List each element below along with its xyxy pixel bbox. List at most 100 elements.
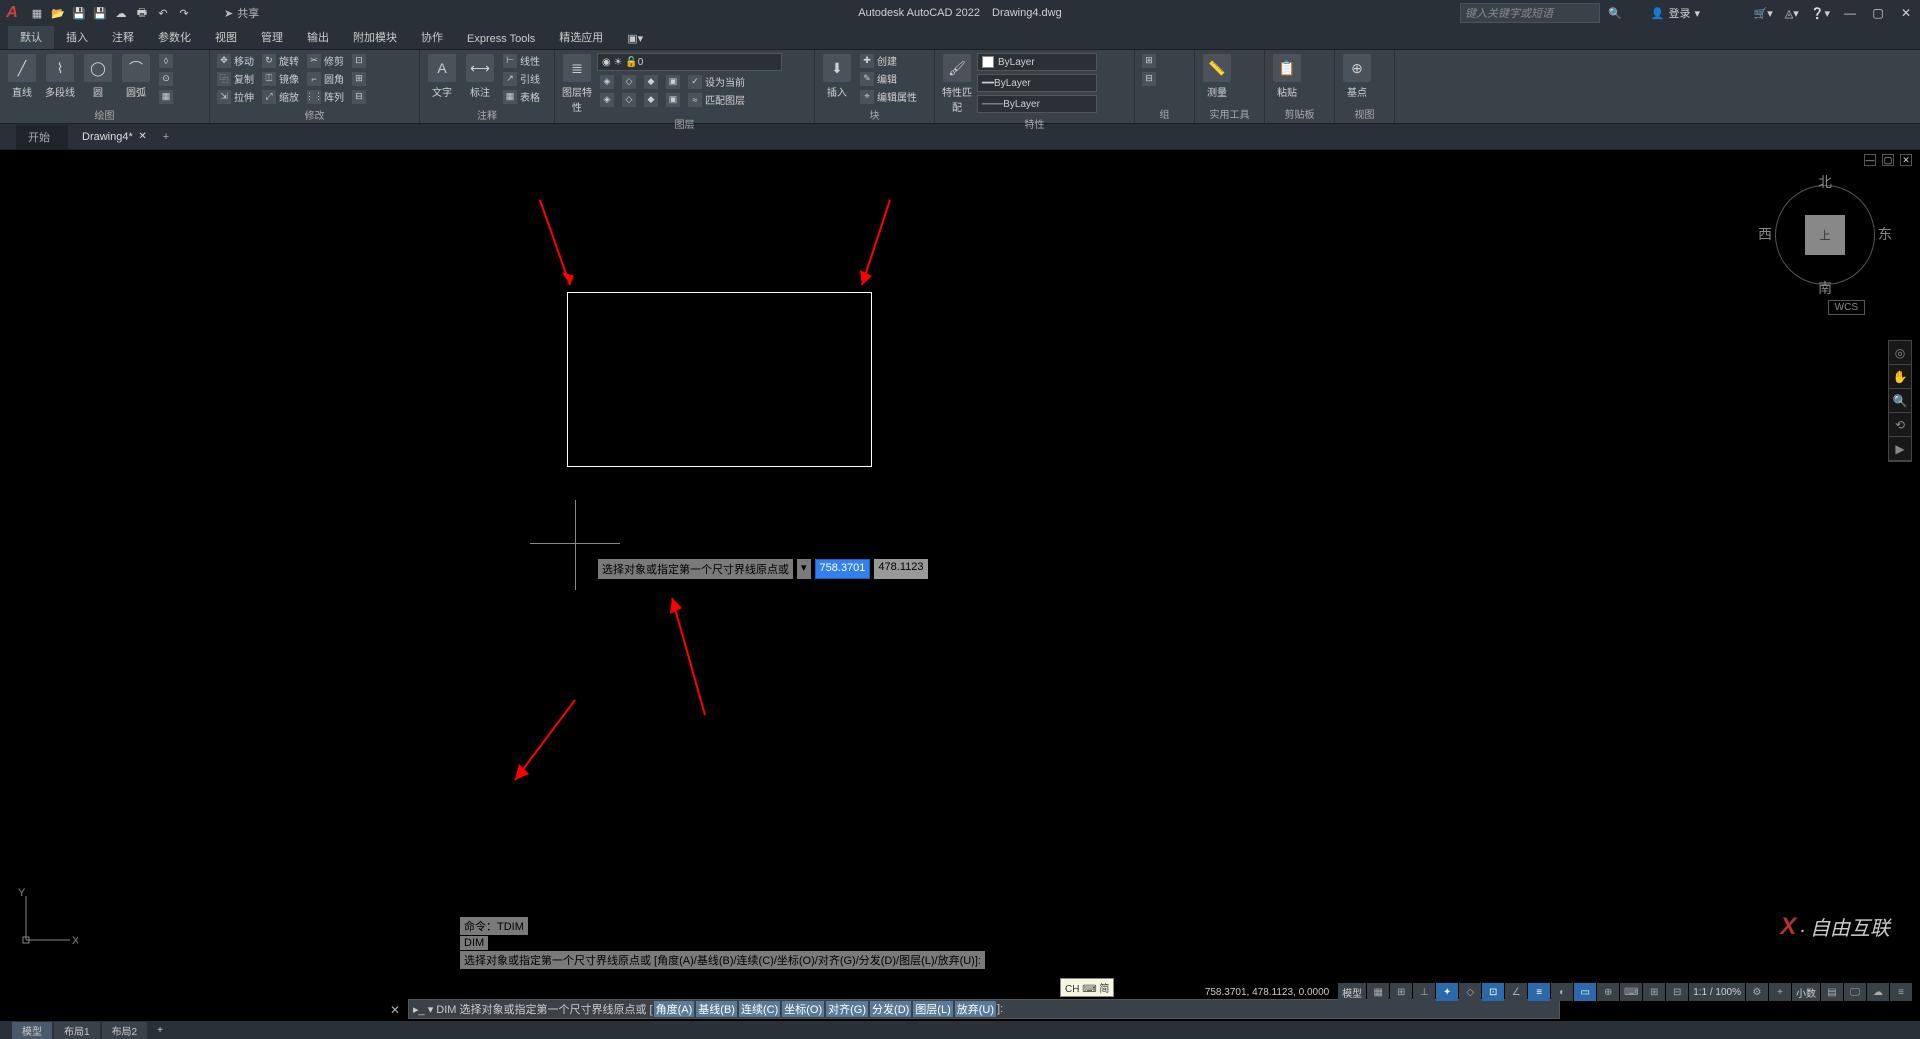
drawn-rectangle[interactable] xyxy=(567,292,872,467)
group-sm-1[interactable]: ⊞ xyxy=(1139,52,1159,69)
viewcube-top[interactable]: 上 xyxy=(1805,215,1845,255)
tab-manage[interactable]: 管理 xyxy=(249,25,295,49)
draw-sm-1[interactable]: ◊ xyxy=(156,52,176,69)
lineweight-dropdown[interactable]: ━━ ByLayer xyxy=(977,74,1097,92)
sc-icon[interactable]: ⊟ xyxy=(1666,983,1688,1001)
layer-sm-4[interactable]: ▣ xyxy=(663,73,683,90)
layer-sm-3[interactable]: ◆ xyxy=(641,73,661,90)
help-icon[interactable]: ❔▾ xyxy=(1811,7,1830,20)
tab-collab[interactable]: 协作 xyxy=(409,25,455,49)
search-icon[interactable]: 🔍 xyxy=(1608,7,1622,20)
array-button[interactable]: ⋮⋮阵列 xyxy=(304,88,347,105)
nav-pan-icon[interactable]: ✋ xyxy=(1889,365,1911,389)
otrack-icon[interactable]: ∠ xyxy=(1505,983,1527,1001)
custom-icon[interactable]: ≡ xyxy=(1890,983,1912,1001)
layer-sm-6[interactable]: ◇ xyxy=(619,91,639,108)
mod-sm-1[interactable]: ⊡ xyxy=(349,52,369,69)
tab-parametric[interactable]: 参数化 xyxy=(146,25,203,49)
viewcube-north[interactable]: 北 xyxy=(1818,172,1832,192)
tab-view[interactable]: 视图 xyxy=(203,25,249,49)
cloud-icon[interactable]: ☁ xyxy=(1867,983,1889,1001)
move-button[interactable]: ✥移动 xyxy=(214,52,257,69)
ucs-icon[interactable]: Y X xyxy=(18,888,78,951)
search-input[interactable]: 键入关键字或短语 xyxy=(1460,3,1600,23)
layout-1[interactable]: 布局1 xyxy=(54,1022,100,1039)
viewcube-west[interactable]: 西 xyxy=(1758,224,1772,244)
tab-express[interactable]: Express Tools xyxy=(455,29,547,49)
dim-button[interactable]: ⟷标注 xyxy=(462,52,498,99)
tab-featured[interactable]: 精选应用 xyxy=(547,25,615,49)
tab-default[interactable]: 默认 xyxy=(8,25,54,49)
dynamic-icon[interactable]: ⌨ xyxy=(1620,983,1642,1001)
plus-icon[interactable]: + xyxy=(1769,983,1791,1001)
tab-insert[interactable]: 插入 xyxy=(54,25,100,49)
layer-sm-7[interactable]: ◆ xyxy=(641,91,661,108)
grid-icon[interactable]: ▦ xyxy=(1367,983,1389,1001)
linear-button[interactable]: ⊢线性 xyxy=(500,52,543,69)
fillet-button[interactable]: ⌐圆角 xyxy=(304,70,347,87)
text-button[interactable]: A文字 xyxy=(424,52,460,99)
cart-icon[interactable]: 🛒▾ xyxy=(1754,7,1773,20)
circle-button[interactable]: ◯圆 xyxy=(80,52,116,99)
drawing-area[interactable]: — ▢ ✕ 北 南 东 西 上 WCS ◎ ✋ 🔍 ⟲ ▶ 选择对象或指定第一个… xyxy=(0,150,1920,971)
editattr-button[interactable]: ⌖编辑属性 xyxy=(857,88,920,105)
layer-dropdown[interactable]: ◉ ☀ 🔓 0 xyxy=(597,53,782,71)
trim-button[interactable]: ✂修剪 xyxy=(304,52,347,69)
qp-icon[interactable]: ⊞ xyxy=(1643,983,1665,1001)
vp-close-icon[interactable]: ✕ xyxy=(1900,154,1912,166)
gizmo-icon[interactable]: ⊕ xyxy=(1597,983,1619,1001)
create-button[interactable]: ✚创建 xyxy=(857,52,920,69)
lwt-icon[interactable]: ≡ xyxy=(1528,983,1550,1001)
cmdline-close-icon[interactable]: ✕ xyxy=(390,1003,400,1017)
measure-button[interactable]: 📏测量 xyxy=(1199,52,1235,99)
qat-saveas-icon[interactable]: 💾 xyxy=(91,4,109,22)
transparency-icon[interactable]: ◐ xyxy=(1551,983,1573,1001)
layout-2[interactable]: 布局2 xyxy=(102,1022,148,1039)
layer-sm-8[interactable]: ▣ xyxy=(663,91,683,108)
monitor-icon[interactable]: 🖵 xyxy=(1844,983,1866,1001)
qat-new-icon[interactable]: ▦ xyxy=(28,4,46,22)
viewcube-east[interactable]: 东 xyxy=(1878,224,1892,244)
copy-button[interactable]: ⿻复制 xyxy=(214,70,257,87)
tab-output[interactable]: 输出 xyxy=(295,25,341,49)
nav-showmotion-icon[interactable]: ▶ xyxy=(1889,437,1911,461)
insert-button[interactable]: ⬇插入 xyxy=(819,52,855,99)
osnap-icon[interactable]: ⊡ xyxy=(1482,983,1504,1001)
minimize-button[interactable]: — xyxy=(1836,4,1864,22)
base-button[interactable]: ⊕基点 xyxy=(1339,52,1375,99)
gear-icon[interactable]: ⚙ xyxy=(1746,983,1768,1001)
tooltip-x[interactable]: 758.3701 xyxy=(815,559,871,579)
vp-max-icon[interactable]: ▢ xyxy=(1882,154,1894,166)
filetab-add[interactable]: + xyxy=(153,127,179,147)
qat-web-icon[interactable]: ☁ xyxy=(112,4,130,22)
model-button[interactable]: 模型 xyxy=(1338,983,1366,1001)
layer-sm-1[interactable]: ◈ xyxy=(597,73,617,90)
layout-model[interactable]: 模型 xyxy=(12,1022,52,1039)
linetype-dropdown[interactable]: ─── ByLayer xyxy=(977,95,1097,113)
viewcube-south[interactable]: 南 xyxy=(1818,278,1832,298)
nav-orbit-icon[interactable]: ⟲ xyxy=(1889,413,1911,437)
mod-sm-3[interactable]: ⊟ xyxy=(349,88,369,105)
polyline-button[interactable]: ⌇多段线 xyxy=(42,52,78,99)
draw-sm-2[interactable]: ⊙ xyxy=(156,70,176,87)
snap-icon[interactable]: ⊞ xyxy=(1390,983,1412,1001)
qat-redo-icon[interactable]: ↷ xyxy=(175,4,193,22)
layout-add[interactable]: + xyxy=(149,1024,171,1037)
tab-addins[interactable]: 附加模块 xyxy=(341,25,409,49)
iso-icon[interactable]: ◇ xyxy=(1459,983,1481,1001)
tab-extra-icon[interactable]: ▣▾ xyxy=(615,28,655,49)
app-icon[interactable]: ◬▾ xyxy=(1785,7,1799,20)
qat-undo-icon[interactable]: ↶ xyxy=(154,4,172,22)
line-button[interactable]: ╱直线 xyxy=(4,52,40,99)
scale-button[interactable]: ⤢缩放 xyxy=(259,88,302,105)
viewcube[interactable]: 北 南 东 西 上 xyxy=(1770,180,1880,290)
layer-sm-5[interactable]: ◈ xyxy=(597,91,617,108)
rotate-button[interactable]: ↻旋转 xyxy=(259,52,302,69)
units-readout[interactable]: 小数 xyxy=(1792,983,1820,1001)
mirror-button[interactable]: ⎅镜像 xyxy=(259,70,302,87)
polar-icon[interactable]: ✦ xyxy=(1436,983,1458,1001)
matchlayer-button[interactable]: ≈匹配图层 xyxy=(685,91,748,108)
close-button[interactable]: ✕ xyxy=(1892,4,1920,22)
filetab-active[interactable]: Drawing4*✕ xyxy=(70,127,151,147)
blockedit-button[interactable]: ✎编辑 xyxy=(857,70,920,87)
